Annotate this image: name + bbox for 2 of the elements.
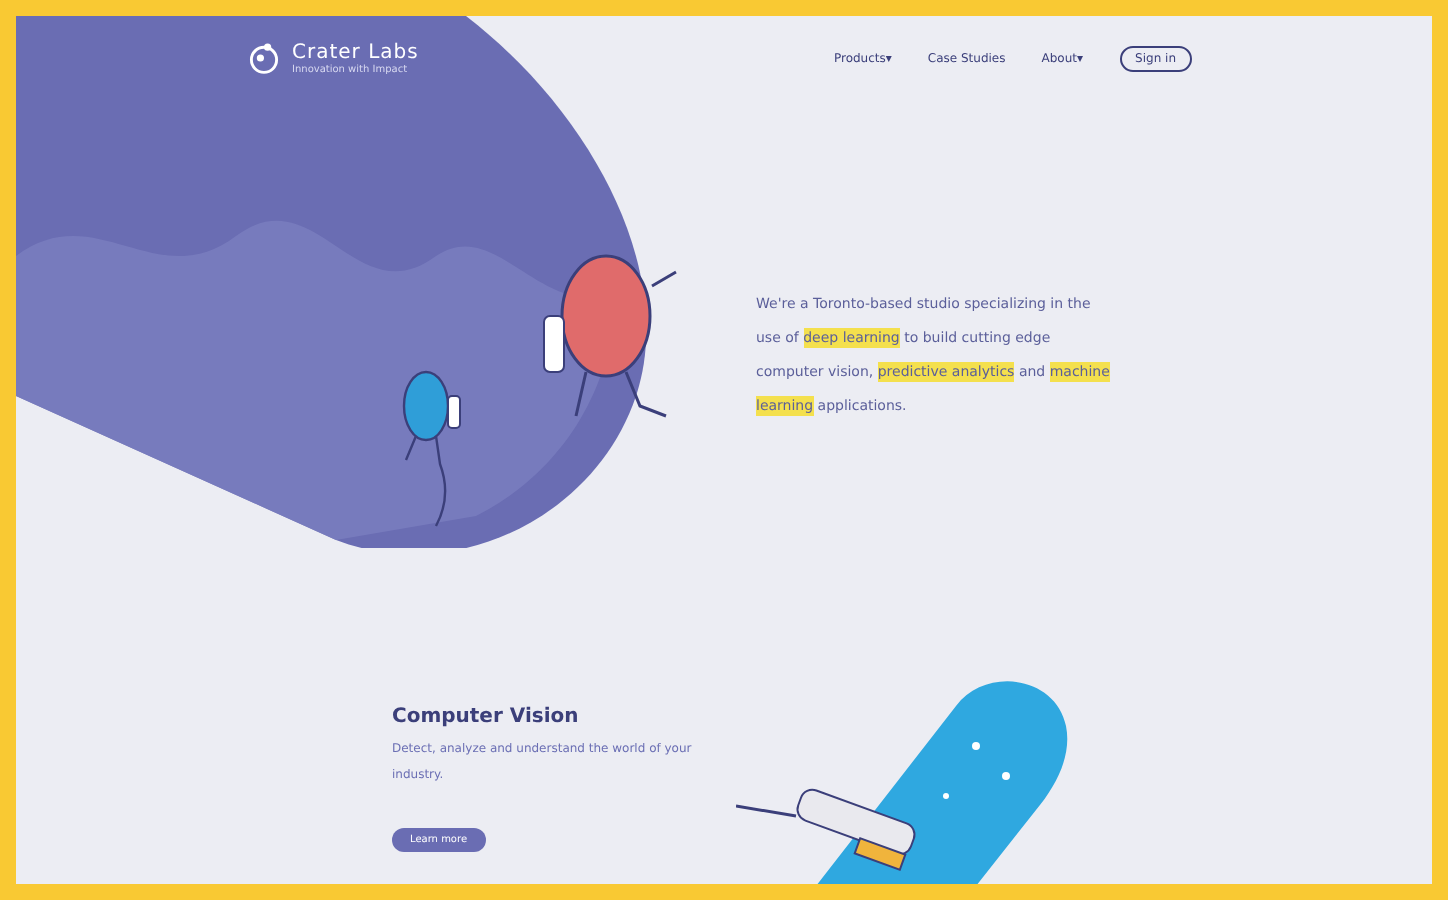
brand-name[interactable]: Crater Labs (292, 41, 419, 63)
feature-title: Computer Vision (392, 706, 581, 728)
